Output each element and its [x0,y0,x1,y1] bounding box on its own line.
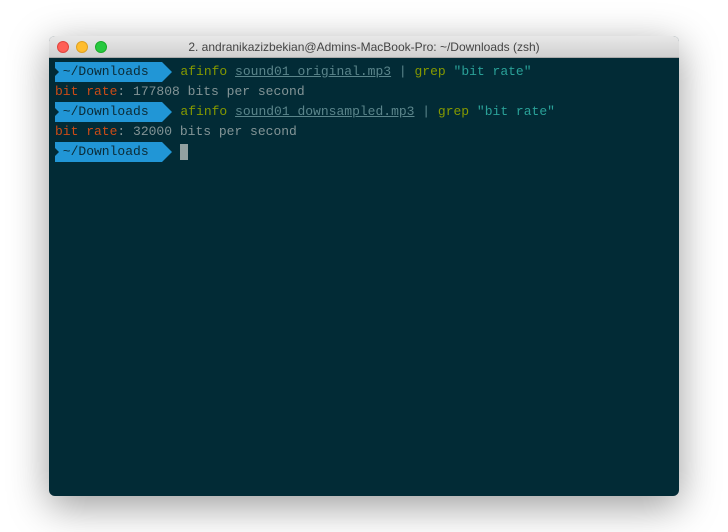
prompt-path-badge: ~/Downloads [55,142,162,162]
output-colon: : [117,122,133,142]
cmd-arg: sound01_downsampled.mp3 [235,104,414,119]
terminal-window: 2. andranikazizbekian@Admins-MacBook-Pro… [49,36,679,496]
output-line-1: bit rate: 177808 bits per second [49,82,679,102]
traffic-lights [57,41,107,53]
grep-pattern: "bit rate" [477,104,555,119]
prompt-line-2: ~/Downloads afinfo sound01_downsampled.m… [49,102,679,122]
output-line-2: bit rate: 32000 bits per second [49,122,679,142]
prompt-path-badge: ~/Downloads [55,102,162,122]
prompt-line-3: ~/Downloads [49,142,679,162]
titlebar[interactable]: 2. andranikazizbekian@Admins-MacBook-Pro… [49,36,679,58]
grep-pattern: "bit rate" [454,64,532,79]
arrow-icon [49,62,59,82]
close-button[interactable] [57,41,69,53]
arrow-icon [49,142,59,162]
cmd-arg: sound01_original.mp3 [235,64,391,79]
cursor[interactable] [180,144,188,160]
prompt-line-1: ~/Downloads afinfo sound01_original.mp3 … [49,62,679,82]
command-2: afinfo sound01_downsampled.mp3 | grep "b… [180,102,555,122]
output-key: bit rate [55,82,117,102]
maximize-button[interactable] [95,41,107,53]
cmd-prog: afinfo [180,104,227,119]
grep-cmd: grep [414,64,445,79]
prompt-path-badge: ~/Downloads [55,62,162,82]
command-1: afinfo sound01_original.mp3 | grep "bit … [180,62,531,82]
output-value: 177808 bits per second [133,82,305,102]
output-colon: : [117,82,133,102]
output-value: 32000 bits per second [133,122,297,142]
terminal-body[interactable]: ~/Downloads afinfo sound01_original.mp3 … [49,58,679,166]
window-title: 2. andranikazizbekian@Admins-MacBook-Pro… [57,40,671,54]
prompt-path: ~/Downloads [55,62,156,82]
cmd-prog: afinfo [180,64,227,79]
arrow-icon [49,102,59,122]
prompt-path: ~/Downloads [55,142,156,162]
minimize-button[interactable] [76,41,88,53]
prompt-path: ~/Downloads [55,102,156,122]
pipe-icon: | [391,64,414,79]
grep-cmd: grep [438,104,469,119]
output-key: bit rate [55,122,117,142]
pipe-icon: | [414,104,437,119]
